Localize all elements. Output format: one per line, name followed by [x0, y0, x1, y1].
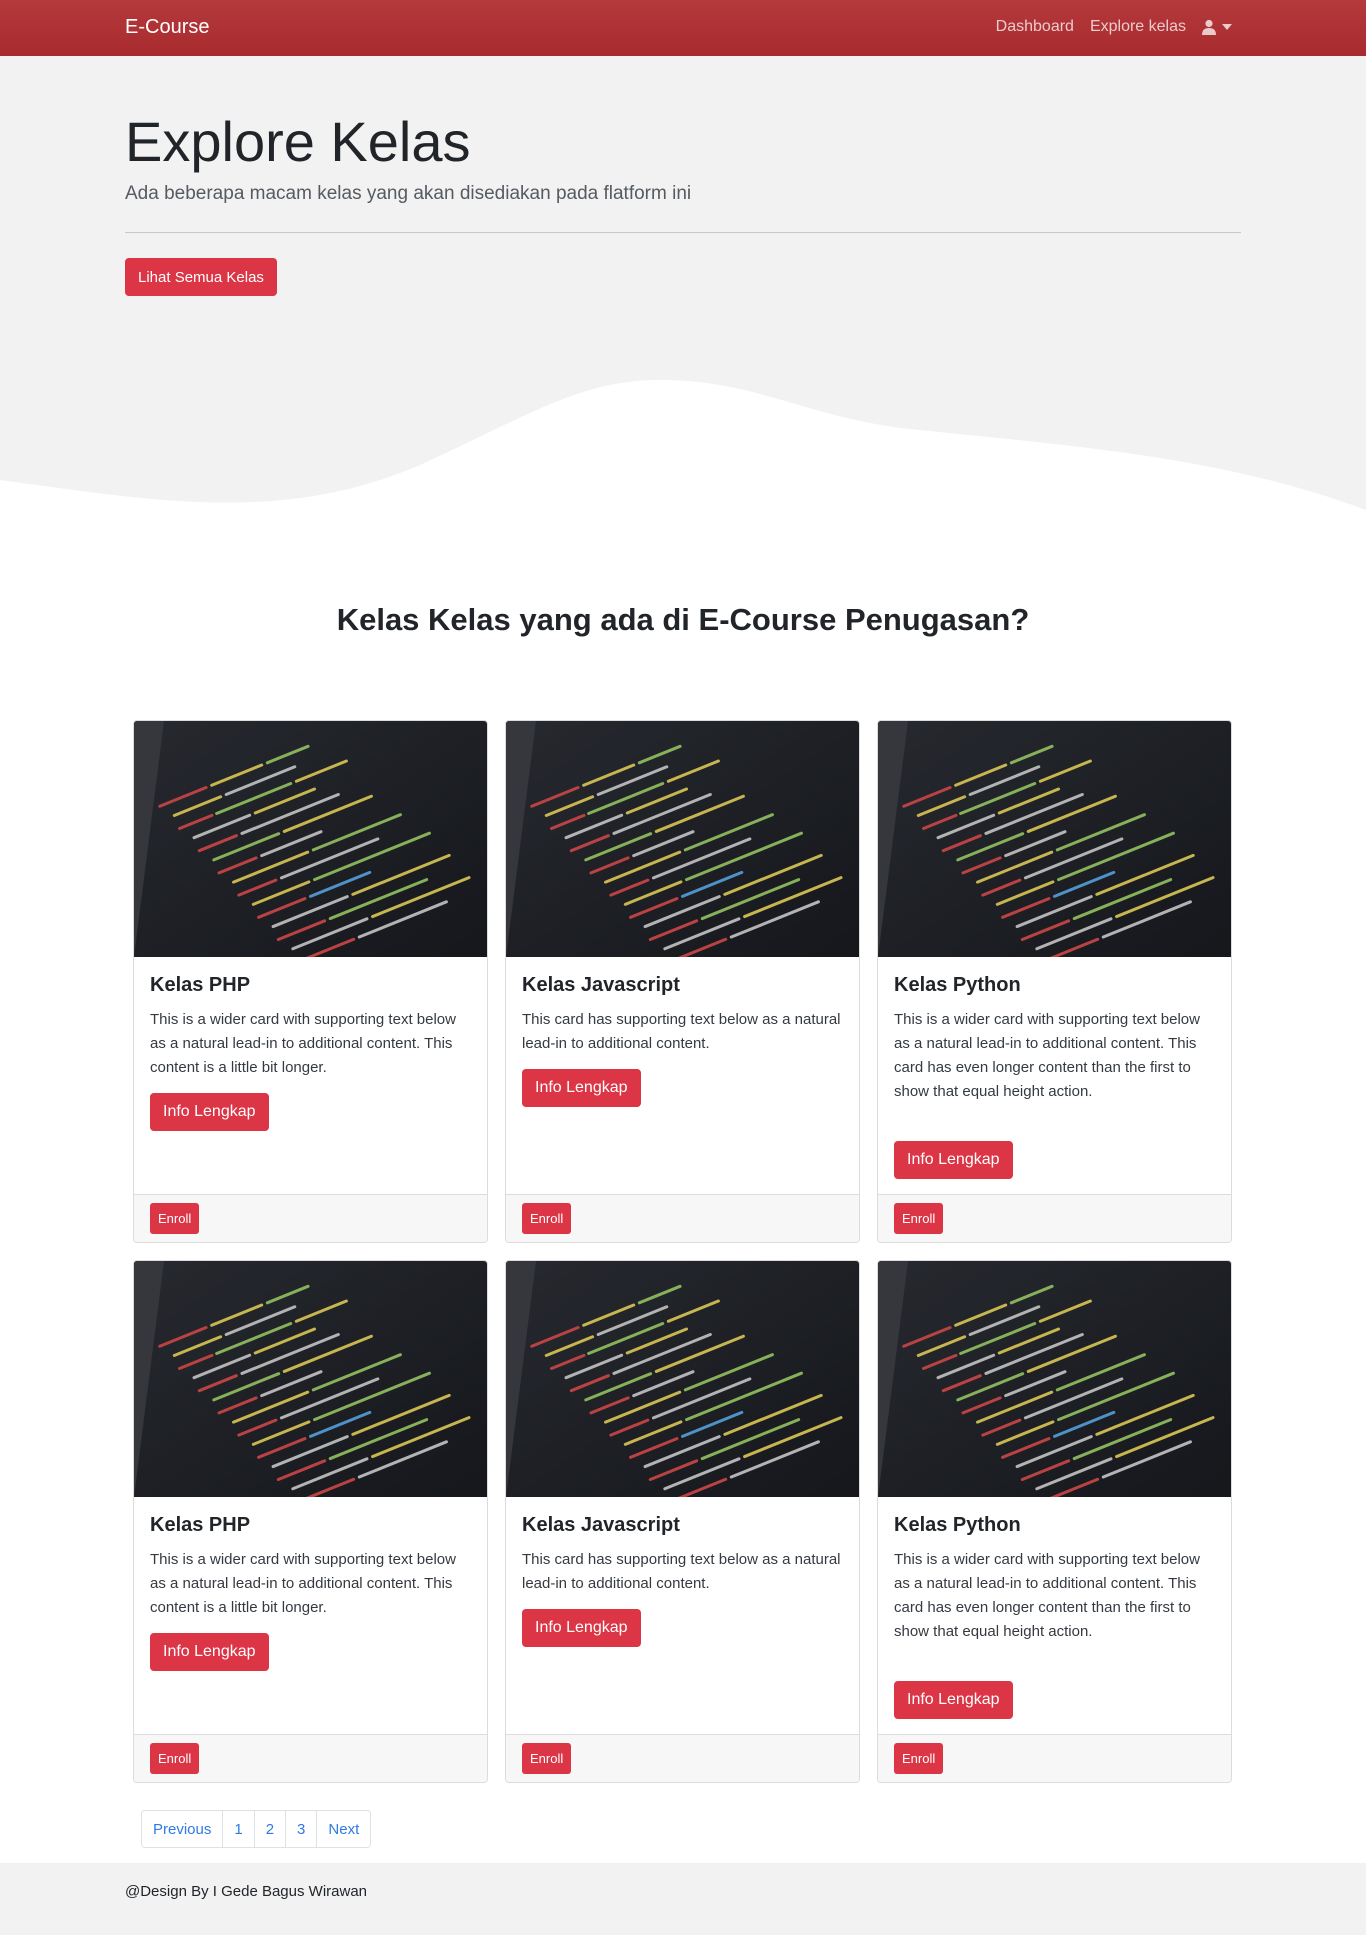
caret-down-icon	[1222, 24, 1232, 30]
card-image	[506, 721, 860, 957]
card-title: Kelas Python	[894, 1514, 1021, 1536]
card-text: This card has supporting text below as a…	[522, 1551, 841, 1592]
pagination-page-3[interactable]: 3	[285, 1811, 316, 1847]
footer-credit: @Design By I Gede Bagus Wirawan	[125, 1883, 367, 1900]
user-dropdown-toggle[interactable]	[1202, 19, 1232, 35]
class-card: Kelas Javascript This card has supportin…	[505, 1260, 860, 1783]
card-title: Kelas PHP	[150, 1514, 251, 1536]
class-card: Kelas PHP This is a wider card with supp…	[133, 1260, 488, 1783]
pagination-page-2[interactable]: 2	[253, 1811, 285, 1847]
card-image	[878, 721, 1232, 957]
enroll-button[interactable]: Enroll	[894, 1743, 944, 1774]
nav-link-explore-kelas[interactable]: Explore kelas	[1090, 18, 1186, 36]
pagination-page-1[interactable]: 1	[222, 1811, 253, 1847]
navbar: E-Course Dashboard Explore kelas	[0, 0, 1366, 56]
enroll-button[interactable]: Enroll	[522, 1743, 572, 1774]
pagination: Previous 1 2 3 Next	[141, 1810, 372, 1848]
enroll-button[interactable]: Enroll	[150, 1743, 200, 1774]
card-footer: Enroll	[134, 1734, 487, 1782]
card-footer: Enroll	[506, 1194, 859, 1242]
class-card: Kelas Python This is a wider card with s…	[877, 1260, 1232, 1783]
card-title: Kelas PHP	[150, 974, 251, 996]
pagination-next[interactable]: Next	[316, 1811, 370, 1847]
divider	[125, 232, 1241, 233]
hero-lead: Ada beberapa macam kelas yang akan dised…	[125, 183, 692, 204]
pagination-previous[interactable]: Previous	[142, 1811, 222, 1847]
card-title: Kelas Javascript	[522, 974, 680, 996]
navbar-brand[interactable]: E-Course	[125, 16, 209, 39]
footer: @Design By I Gede Bagus Wirawan	[0, 1863, 1366, 1935]
view-all-classes-button[interactable]: Lihat Semua Kelas	[125, 258, 277, 296]
info-button[interactable]: Info Lengkap	[522, 1609, 641, 1647]
class-card: Kelas Javascript This card has supportin…	[505, 720, 860, 1243]
card-image	[506, 1261, 860, 1497]
nav-link-dashboard[interactable]: Dashboard	[996, 18, 1074, 36]
card-title: Kelas Python	[894, 974, 1021, 996]
card-footer: Enroll	[134, 1194, 487, 1242]
section-title: Kelas Kelas yang ada di E-Course Penugas…	[336, 602, 1030, 637]
class-card: Kelas Python This is a wider card with s…	[877, 720, 1232, 1243]
wave-divider	[0, 380, 1366, 540]
info-button[interactable]: Info Lengkap	[150, 1093, 269, 1131]
hero-title: Explore Kelas	[125, 110, 471, 173]
card-image	[134, 1261, 488, 1497]
card-image	[134, 721, 488, 957]
enroll-button[interactable]: Enroll	[150, 1203, 200, 1234]
info-button[interactable]: Info Lengkap	[150, 1633, 269, 1671]
card-footer: Enroll	[878, 1194, 1231, 1242]
nav-links: Dashboard Explore kelas	[996, 18, 1232, 36]
card-text: This card has supporting text below as a…	[522, 1011, 841, 1052]
info-button[interactable]: Info Lengkap	[522, 1069, 641, 1107]
card-footer: Enroll	[878, 1734, 1231, 1782]
user-icon	[1202, 19, 1216, 35]
card-image	[878, 1261, 1232, 1497]
card-text: This is a wider card with supporting tex…	[894, 1551, 1200, 1640]
enroll-button[interactable]: Enroll	[522, 1203, 572, 1234]
card-footer: Enroll	[506, 1734, 859, 1782]
card-text: This is a wider card with supporting tex…	[150, 1011, 456, 1076]
enroll-button[interactable]: Enroll	[894, 1203, 944, 1234]
card-text: This is a wider card with supporting tex…	[894, 1011, 1200, 1100]
class-card: Kelas PHP This is a wider card with supp…	[133, 720, 488, 1243]
card-title: Kelas Javascript	[522, 1514, 680, 1536]
card-text: This is a wider card with supporting tex…	[150, 1551, 456, 1616]
info-button[interactable]: Info Lengkap	[894, 1141, 1013, 1179]
info-button[interactable]: Info Lengkap	[894, 1681, 1013, 1719]
